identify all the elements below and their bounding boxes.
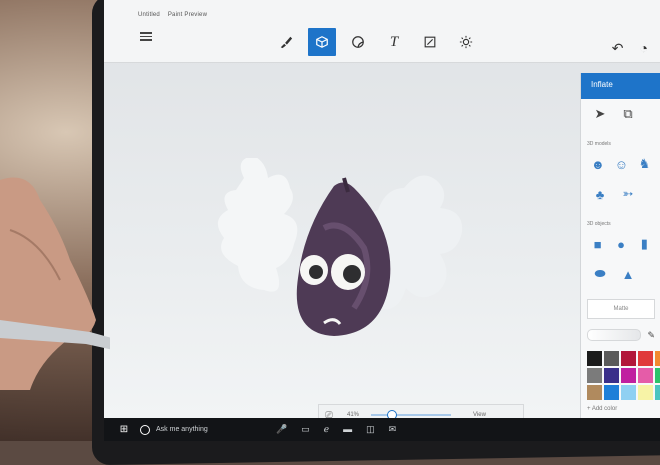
color-swatch[interactable] (587, 368, 602, 383)
color-swatch[interactable] (621, 385, 636, 400)
color-swatch[interactable] (655, 351, 660, 366)
color-swatch[interactable] (604, 385, 619, 400)
material-selector[interactable]: Matte (587, 299, 655, 319)
history-icon[interactable]: ◔ (640, 40, 648, 57)
sticker-icon[interactable] (344, 28, 372, 56)
cube-object-icon[interactable]: ■ (591, 235, 604, 253)
cylinder-object-icon[interactable]: ▮ (638, 235, 651, 253)
canvas-resize-icon[interactable] (416, 28, 444, 56)
microphone-icon[interactable]: 🎤 (276, 424, 287, 435)
canvas-3d-fig-character[interactable] (194, 158, 494, 358)
mail-icon[interactable]: ✉ (389, 424, 397, 435)
file-name: Untitled (138, 12, 160, 18)
fish-model-icon[interactable]: ➳ (619, 185, 637, 203)
models-row-2: ♣ ➳ (581, 179, 660, 209)
color-swatch[interactable] (638, 351, 653, 366)
eyedropper-icon[interactable]: ✎ (647, 330, 655, 341)
inflate-side-panel: Inflate ➤ ⧉ 3D models ☻ ☺ ♞ ♣ ➳ 3D objec… (580, 73, 660, 441)
color-swatch[interactable] (621, 368, 636, 383)
objects-row-2: ⬬ ▲ (581, 259, 660, 289)
brush-icon[interactable] (272, 28, 300, 56)
selection-tools: ➤ ⧉ (581, 99, 660, 129)
history-controls: ↶ ◔ (612, 40, 648, 57)
edge-browser-icon[interactable]: ℯ (324, 424, 329, 435)
color-swatch[interactable] (604, 351, 619, 366)
window-title: Untitled Paint Preview (138, 12, 213, 18)
brush-preview: ✎ (587, 327, 655, 343)
cortana-icon[interactable] (140, 424, 150, 435)
man-model-icon[interactable]: ☻ (591, 155, 605, 173)
select-cursor-icon[interactable]: ➤ (591, 105, 609, 123)
text-tool-label: T (389, 33, 399, 50)
stroke-preview (587, 329, 642, 341)
color-swatch[interactable] (655, 385, 660, 400)
cone-object-icon[interactable]: ▲ (619, 265, 637, 283)
color-swatch[interactable] (655, 368, 660, 383)
woman-model-icon[interactable]: ☺ (615, 155, 628, 173)
text-icon[interactable]: T (380, 28, 408, 56)
color-swatch[interactable] (638, 368, 653, 383)
cube-icon[interactable] (308, 28, 336, 56)
paint3d-app-screen: Untitled Paint Preview T ↶ ◔ Inflate ➤ ⧉… (104, 0, 660, 441)
file-explorer-icon[interactable]: ▬ (343, 424, 352, 435)
taskbar-pinned-apps: 🎤 ▭ ℯ ▬ ◫ ✉ (276, 424, 396, 435)
color-swatch[interactable] (587, 351, 602, 366)
windows-start-icon[interactable]: ⊞ (116, 424, 132, 435)
color-swatch[interactable] (604, 368, 619, 383)
zoom-slider[interactable] (371, 410, 452, 420)
store-icon[interactable]: ◫ (366, 424, 375, 435)
panel-title: Inflate (581, 73, 660, 99)
color-swatch[interactable] (621, 351, 636, 366)
task-view-icon[interactable]: ▭ (301, 424, 310, 435)
cortana-search-box[interactable]: Ask me anything (156, 426, 256, 433)
sphere-object-icon[interactable]: ● (614, 235, 627, 253)
paste-icon[interactable]: ⧉ (619, 105, 637, 123)
color-swatch[interactable] (638, 385, 653, 400)
undo-icon[interactable]: ↶ (612, 40, 624, 57)
objects-section-label: 3D objects (587, 221, 611, 227)
capsule-object-icon[interactable]: ⬬ (591, 265, 609, 283)
top-toolbar: Untitled Paint Preview T ↶ ◔ (104, 0, 660, 63)
objects-row-1: ■ ● ▮ (581, 229, 660, 259)
add-color-button[interactable]: + Add color (581, 400, 660, 412)
color-swatch[interactable] (587, 385, 602, 400)
cat-model-icon[interactable]: ♣ (591, 185, 609, 203)
models-row-1: ☻ ☺ ♞ (581, 149, 660, 179)
sun-effects-icon[interactable] (452, 28, 480, 56)
menu-hamburger-icon[interactable] (140, 30, 152, 41)
app-name: Paint Preview (167, 12, 208, 18)
left-wing (218, 158, 298, 292)
models-section-label: 3D models (587, 141, 611, 147)
dog-model-icon[interactable]: ♞ (638, 155, 651, 173)
windows-taskbar: ⊞ Ask me anything 🎤 ▭ ℯ ▬ ◫ ✉ (104, 418, 660, 441)
hand-with-stylus (0, 177, 110, 390)
color-palette (587, 351, 660, 400)
tool-tabs: T (272, 28, 480, 56)
